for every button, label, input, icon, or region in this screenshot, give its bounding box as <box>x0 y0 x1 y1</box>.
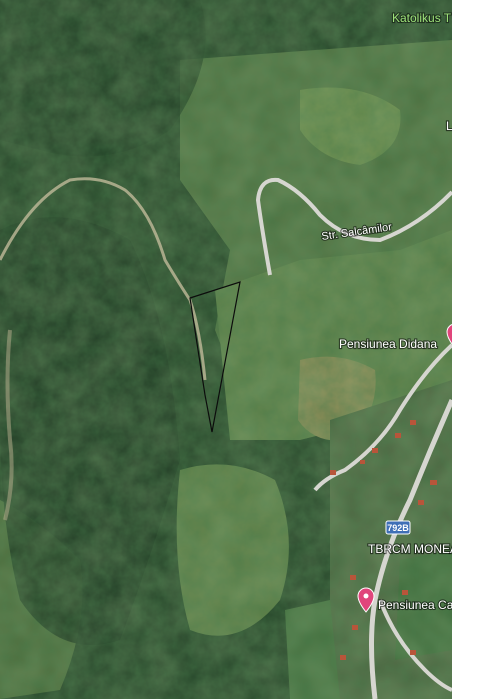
road-badge-number: 792B <box>387 523 409 533</box>
satellite-map[interactable]: Katolikus T L Str. Salcâmilor Pensiunea … <box>0 0 452 699</box>
page-margin-strip <box>452 0 482 699</box>
label-katolikus[interactable]: Katolikus T <box>391 10 452 26</box>
road-badge-792b[interactable]: 792B <box>385 520 411 535</box>
label-pensiunea-ca[interactable]: Pensiunea Ca <box>377 597 452 613</box>
label-tbrcm[interactable]: TBRCM MONEA <box>367 541 452 557</box>
pin-bed-glyph <box>363 593 369 599</box>
map-canvas[interactable]: Katolikus T L Str. Salcâmilor Pensiunea … <box>0 0 452 699</box>
label-pensiunea-didana[interactable]: Pensiunea Didana <box>338 336 439 352</box>
